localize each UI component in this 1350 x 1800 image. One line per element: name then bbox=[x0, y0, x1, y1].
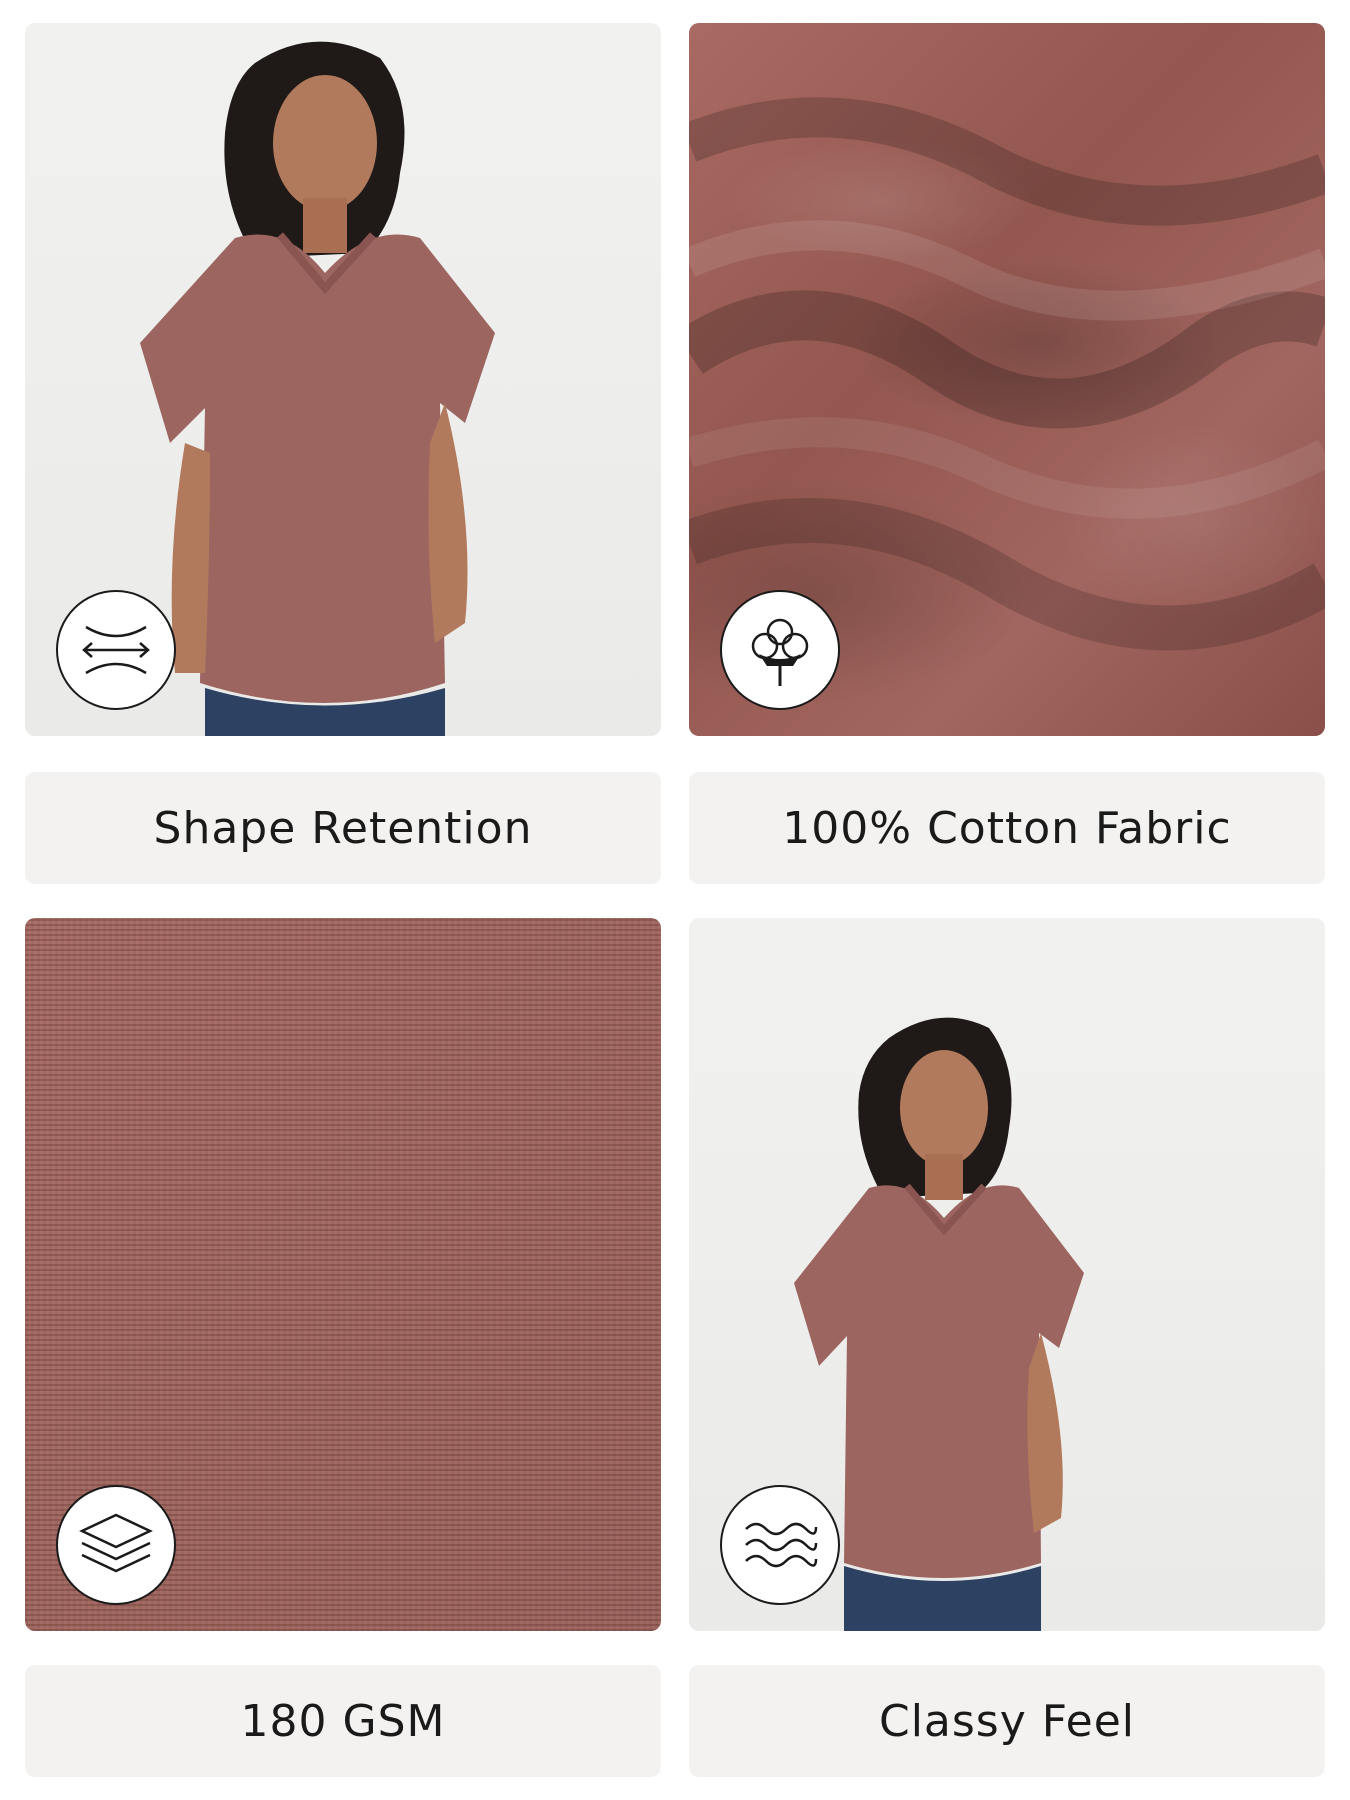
feature-label: 100% Cotton Fabric bbox=[782, 802, 1232, 854]
cotton-fabric-photo bbox=[689, 23, 1325, 736]
feature-label-card: 100% Cotton Fabric bbox=[689, 772, 1325, 884]
feature-label: 180 GSM bbox=[240, 1695, 446, 1747]
shape-retention-photo bbox=[25, 23, 661, 736]
cotton-flower-icon bbox=[720, 590, 840, 710]
shape-retention-icon bbox=[56, 590, 176, 710]
layers-icon bbox=[56, 1485, 176, 1605]
feature-label-card: 180 GSM bbox=[25, 1665, 661, 1777]
waves-icon bbox=[720, 1485, 840, 1605]
classy-feel-photo bbox=[689, 918, 1325, 1631]
feature-label: Classy Feel bbox=[878, 1695, 1136, 1747]
feature-label-card: Classy Feel bbox=[689, 1665, 1325, 1777]
gsm-fabric-photo bbox=[25, 918, 661, 1631]
feature-label-card: Shape Retention bbox=[25, 772, 661, 884]
feature-label: Shape Retention bbox=[153, 802, 533, 854]
